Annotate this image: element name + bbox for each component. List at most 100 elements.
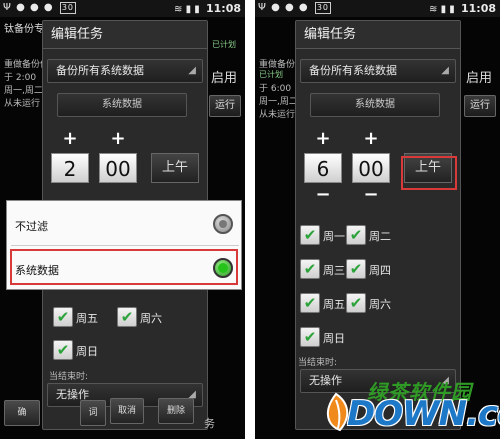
check-icon: ✔ bbox=[300, 225, 320, 245]
phone-screen-right: Ψ ● ● ● 30 ≋ ▮ ▮ 11:08 基本 已计划 重做备份 于 6:0… bbox=[255, 0, 500, 439]
day-label: 周四 bbox=[369, 264, 391, 277]
day-label: 周五 bbox=[323, 298, 345, 311]
bg-line: 周一,周二 bbox=[4, 86, 43, 96]
divider bbox=[11, 245, 239, 246]
confirm-button[interactable]: 确 bbox=[4, 400, 40, 426]
check-icon: ✔ bbox=[346, 225, 366, 245]
bg-line: 从未运行 bbox=[4, 99, 41, 109]
signal-icon: ▮ bbox=[440, 4, 447, 15]
minute-value[interactable]: 00 bbox=[99, 153, 137, 183]
bg-line: 周一,周二 bbox=[259, 97, 298, 107]
data-filter-spinner[interactable]: 系统数据 bbox=[310, 93, 440, 117]
cancel-button[interactable]: 取消 bbox=[110, 398, 144, 424]
day-checkbox-sun[interactable]: ✔ 周日 bbox=[300, 327, 360, 347]
check-icon: ✔ bbox=[117, 307, 137, 327]
day-label: 周日 bbox=[323, 332, 345, 345]
battery-icon: ▮ bbox=[449, 4, 455, 15]
notification-icon: ● bbox=[29, 2, 40, 13]
minute-value[interactable]: 00 bbox=[352, 153, 390, 183]
notification-icon: ● bbox=[284, 2, 295, 13]
app-title: 钛备份专 bbox=[4, 24, 44, 35]
minute-increment-button[interactable]: + bbox=[99, 129, 137, 149]
day-checkbox-sat[interactable]: ✔ 周六 bbox=[346, 293, 406, 313]
notification-icon: ● bbox=[298, 2, 309, 13]
spinner-label: 无操作 bbox=[309, 374, 342, 387]
enable-label: 启用 bbox=[210, 71, 237, 86]
option-label: 不过滤 bbox=[15, 220, 48, 233]
android-icon: ● bbox=[16, 2, 26, 13]
day-label: 周六 bbox=[140, 312, 162, 325]
clock: 11:08 bbox=[205, 2, 241, 15]
bg-line: 重做备份 bbox=[259, 60, 296, 70]
bg-edge-text: 务 bbox=[204, 417, 215, 430]
bg-line: 从未运行 bbox=[259, 110, 296, 120]
spinner-label: 系统数据 bbox=[355, 99, 395, 110]
badge: 30 bbox=[59, 2, 77, 14]
edge-button[interactable]: 词 bbox=[80, 400, 106, 426]
minute-decrement-button[interactable]: − bbox=[352, 185, 390, 205]
usb-icon: Ψ bbox=[258, 2, 267, 13]
backup-type-spinner[interactable]: 备份所有系统数据 ◢ bbox=[47, 59, 203, 83]
bg-tag: 已计划 bbox=[259, 70, 283, 79]
hour-value[interactable]: 2 bbox=[51, 153, 89, 183]
day-checkbox-sun[interactable]: ✔ 周日 bbox=[53, 340, 113, 360]
check-icon: ✔ bbox=[346, 259, 366, 279]
day-label: 周日 bbox=[76, 345, 98, 358]
day-checkbox-fri[interactable]: ✔ 周五 bbox=[53, 307, 113, 327]
end-action-label: 当结束时: bbox=[49, 372, 89, 382]
day-checkbox-sat[interactable]: ✔ 周六 bbox=[117, 307, 177, 327]
check-icon: ✔ bbox=[300, 259, 320, 279]
notification-icons: Ψ ● ● ● 30 bbox=[3, 2, 77, 14]
clock: 11:08 bbox=[460, 2, 496, 15]
hour-value[interactable]: 6 bbox=[304, 153, 342, 183]
wifi-icon: ≋ bbox=[174, 4, 183, 15]
check-icon: ✔ bbox=[346, 293, 366, 313]
bg-tag: 已计划 bbox=[212, 40, 236, 49]
day-label: 周一 bbox=[323, 230, 345, 243]
hour-decrement-button[interactable]: − bbox=[304, 185, 342, 205]
minute-increment-button[interactable]: + bbox=[352, 129, 390, 149]
badge: 30 bbox=[314, 2, 332, 14]
status-bar: Ψ ● ● ● 30 ≋ ▮ ▮ 11:08 bbox=[255, 0, 500, 17]
day-label: 周三 bbox=[323, 264, 345, 277]
system-icons: ≋ ▮ ▮ 11:08 bbox=[174, 2, 241, 15]
hour-increment-button[interactable]: + bbox=[304, 129, 342, 149]
dialog-body: 备份所有系统数据 ◢ 系统数据 + 6 − + 00 − 上午 ✔ 周一 ✔ 周… bbox=[296, 49, 460, 429]
hour-increment-button[interactable]: + bbox=[51, 129, 89, 149]
system-icons: ≋ ▮ ▮ 11:08 bbox=[429, 2, 496, 15]
run-button[interactable]: 运行 bbox=[209, 95, 241, 117]
watermark-brand: DOWN.cc bbox=[347, 394, 500, 434]
highlight-box bbox=[401, 156, 457, 190]
dropdown-caret-icon: ◢ bbox=[441, 65, 449, 76]
backup-type-spinner[interactable]: 备份所有系统数据 ◢ bbox=[300, 59, 456, 83]
enable-label: 启用 bbox=[465, 71, 492, 86]
highlight-box bbox=[10, 249, 238, 285]
wifi-icon: ≋ bbox=[429, 4, 438, 15]
run-button[interactable]: 运行 bbox=[464, 95, 496, 117]
radio-icon bbox=[213, 214, 233, 234]
picker-option-no-filter[interactable]: 不过滤 bbox=[7, 205, 243, 245]
edit-task-dialog: 编辑任务 备份所有系统数据 ◢ 系统数据 + 6 − + 00 − 上午 ✔ 周… bbox=[295, 20, 461, 430]
end-action-label: 当结束时: bbox=[298, 358, 338, 368]
status-bar: Ψ ● ● ● 30 ≋ ▮ ▮ 11:08 bbox=[0, 0, 245, 17]
check-icon: ✔ bbox=[300, 327, 320, 347]
day-label: 周六 bbox=[369, 298, 391, 311]
data-filter-spinner[interactable]: 系统数据 bbox=[57, 93, 187, 117]
day-label: 周五 bbox=[76, 312, 98, 325]
battery-icon: ▮ bbox=[194, 4, 200, 15]
dialog-title: 编辑任务 bbox=[43, 21, 207, 49]
check-icon: ✔ bbox=[300, 293, 320, 313]
notification-icons: Ψ ● ● ● 30 bbox=[258, 2, 332, 14]
dialog-title: 编辑任务 bbox=[296, 21, 460, 49]
spinner-label: 备份所有系统数据 bbox=[56, 64, 144, 77]
day-label: 周二 bbox=[369, 230, 391, 243]
check-icon: ✔ bbox=[53, 340, 73, 360]
bg-line: 于 6:00 bbox=[259, 84, 292, 94]
ampm-toggle[interactable]: 上午 bbox=[151, 153, 199, 183]
check-icon: ✔ bbox=[53, 307, 73, 327]
day-checkbox-tue[interactable]: ✔ 周二 bbox=[346, 225, 406, 245]
delete-button[interactable]: 删除 bbox=[158, 398, 194, 424]
day-checkbox-thu[interactable]: ✔ 周四 bbox=[346, 259, 406, 279]
usb-icon: Ψ bbox=[3, 2, 12, 13]
bg-line: 于 2:00 bbox=[4, 73, 37, 83]
